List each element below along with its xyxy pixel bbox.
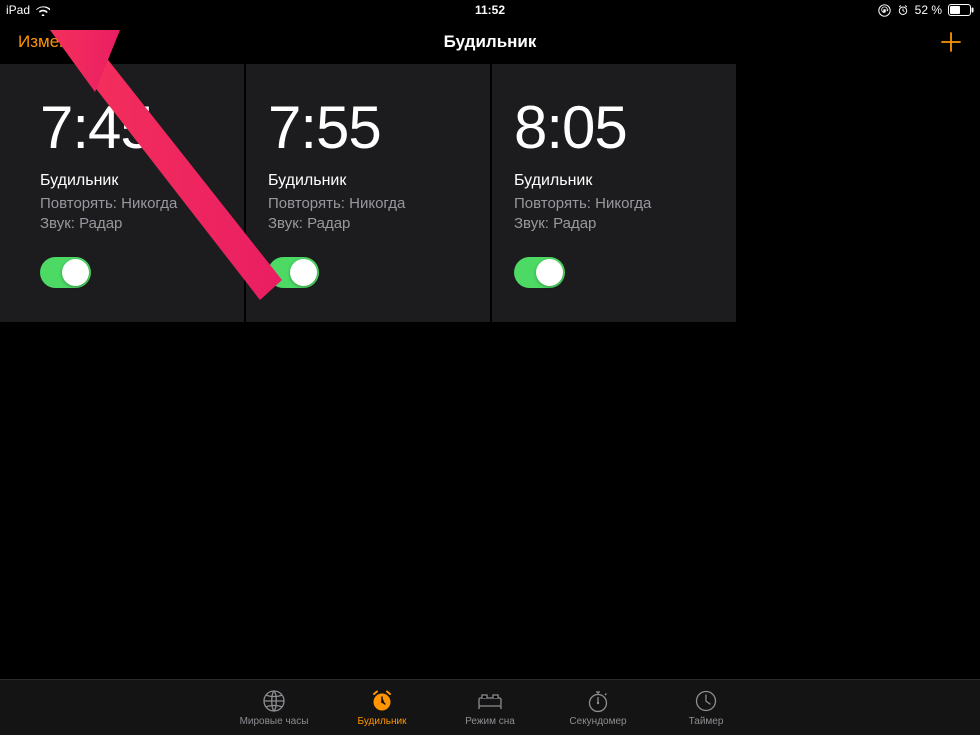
tab-label: Таймер <box>689 716 724 727</box>
status-left: iPad <box>6 3 50 17</box>
tab-label: Будильник <box>358 716 407 727</box>
alarm-time: 8:05 <box>514 98 714 158</box>
alarm-time: 7:45 <box>40 98 222 158</box>
alarm-clock-icon <box>369 688 395 714</box>
globe-icon <box>261 688 287 714</box>
alarm-sound: Звук: Радар <box>40 214 222 234</box>
edit-button[interactable]: Изменить <box>18 32 95 52</box>
alarm-toggle[interactable] <box>40 257 91 288</box>
toggle-knob <box>536 259 563 286</box>
alarm-toggle[interactable] <box>268 257 319 288</box>
wifi-icon <box>36 5 50 16</box>
orientation-lock-icon <box>878 4 891 17</box>
alarm-toggle[interactable] <box>514 257 565 288</box>
alarm-time: 7:55 <box>268 98 468 158</box>
tab-world-clock[interactable]: Мировые часы <box>231 688 317 727</box>
toggle-knob <box>62 259 89 286</box>
tab-bar: Мировые часы Будильник Режим сна Секундо… <box>0 679 980 735</box>
page-title: Будильник <box>444 32 537 52</box>
tab-timer[interactable]: Таймер <box>663 688 749 727</box>
tab-stopwatch[interactable]: Секундомер <box>555 688 641 727</box>
tab-label: Режим сна <box>465 716 515 727</box>
alarm-repeat: Повторять: Никогда <box>40 194 222 214</box>
status-bar: iPad 11:52 52 % <box>0 0 980 20</box>
alarm-card[interactable]: 7:45 Будильник Повторять: Никогда Звук: … <box>0 64 244 322</box>
alarm-status-icon <box>897 4 909 16</box>
timer-icon <box>693 688 719 714</box>
nav-bar: Изменить Будильник <box>0 20 980 64</box>
add-alarm-button[interactable] <box>940 31 962 53</box>
toggle-knob <box>290 259 317 286</box>
battery-icon <box>948 4 974 16</box>
stopwatch-icon <box>585 688 611 714</box>
status-right: 52 % <box>878 3 974 17</box>
battery-percent: 52 % <box>915 3 942 17</box>
tab-label: Мировые часы <box>240 716 309 727</box>
plus-icon <box>940 31 962 53</box>
alarm-card[interactable]: 7:55 Будильник Повторять: Никогда Звук: … <box>246 64 490 322</box>
alarm-repeat: Повторять: Никогда <box>268 194 468 214</box>
status-time: 11:52 <box>475 3 505 17</box>
alarm-label: Будильник <box>514 172 714 190</box>
alarm-sound: Звук: Радар <box>514 214 714 234</box>
alarm-grid: 7:45 Будильник Повторять: Никогда Звук: … <box>0 64 980 322</box>
alarm-card[interactable]: 8:05 Будильник Повторять: Никогда Звук: … <box>492 64 736 322</box>
tab-alarm[interactable]: Будильник <box>339 688 425 727</box>
bed-icon <box>477 688 503 714</box>
alarm-label: Будильник <box>268 172 468 190</box>
alarm-label: Будильник <box>40 172 222 190</box>
device-label: iPad <box>6 3 30 17</box>
alarm-repeat: Повторять: Никогда <box>514 194 714 214</box>
tab-bedtime[interactable]: Режим сна <box>447 688 533 727</box>
tab-label: Секундомер <box>569 716 626 727</box>
alarm-sound: Звук: Радар <box>268 214 468 234</box>
